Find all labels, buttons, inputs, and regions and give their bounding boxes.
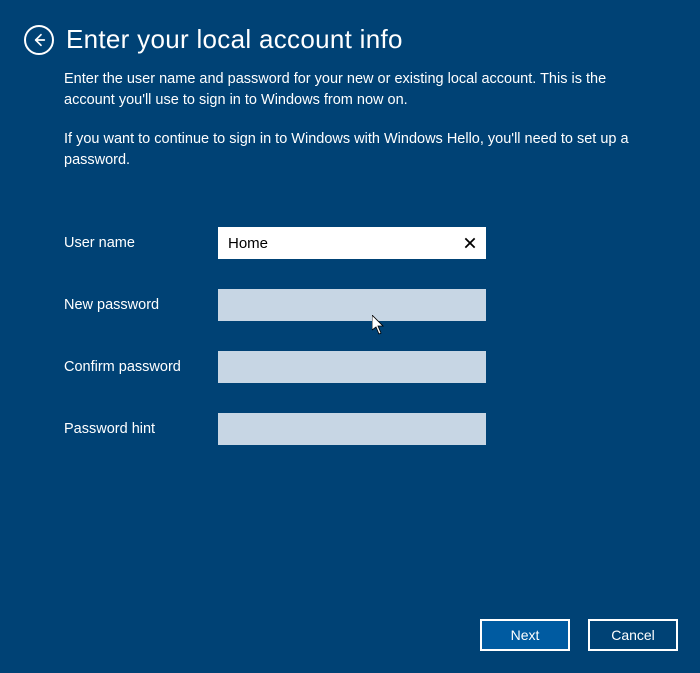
username-input[interactable] — [218, 227, 486, 259]
password-hint-input[interactable] — [218, 413, 486, 445]
close-icon — [463, 236, 477, 250]
password-hint-label: Password hint — [64, 421, 218, 437]
description-line-2: If you want to continue to sign in to Wi… — [64, 129, 660, 171]
page-title: Enter your local account info — [66, 24, 403, 55]
confirm-password-input[interactable] — [218, 351, 486, 383]
description: Enter the user name and password for you… — [0, 55, 700, 171]
next-button[interactable]: Next — [480, 619, 570, 651]
back-button[interactable] — [24, 25, 54, 55]
header: Enter your local account info — [0, 0, 700, 55]
username-input-wrap — [218, 227, 486, 259]
footer: Next Cancel — [480, 619, 678, 651]
new-password-input[interactable] — [218, 289, 486, 321]
cancel-button[interactable]: Cancel — [588, 619, 678, 651]
new-password-label: New password — [64, 297, 218, 313]
confirm-password-input-wrap — [218, 351, 486, 383]
username-label: User name — [64, 235, 218, 251]
confirm-password-row: Confirm password — [64, 351, 700, 383]
arrow-left-icon — [31, 32, 47, 48]
password-hint-input-wrap — [218, 413, 486, 445]
confirm-password-label: Confirm password — [64, 359, 218, 375]
new-password-row: New password — [64, 289, 700, 321]
username-row: User name — [64, 227, 700, 259]
description-line-1: Enter the user name and password for you… — [64, 69, 660, 111]
form: User name New password Confirm password … — [0, 189, 700, 445]
clear-username-button[interactable] — [460, 233, 480, 253]
password-hint-row: Password hint — [64, 413, 700, 445]
new-password-input-wrap — [218, 289, 486, 321]
